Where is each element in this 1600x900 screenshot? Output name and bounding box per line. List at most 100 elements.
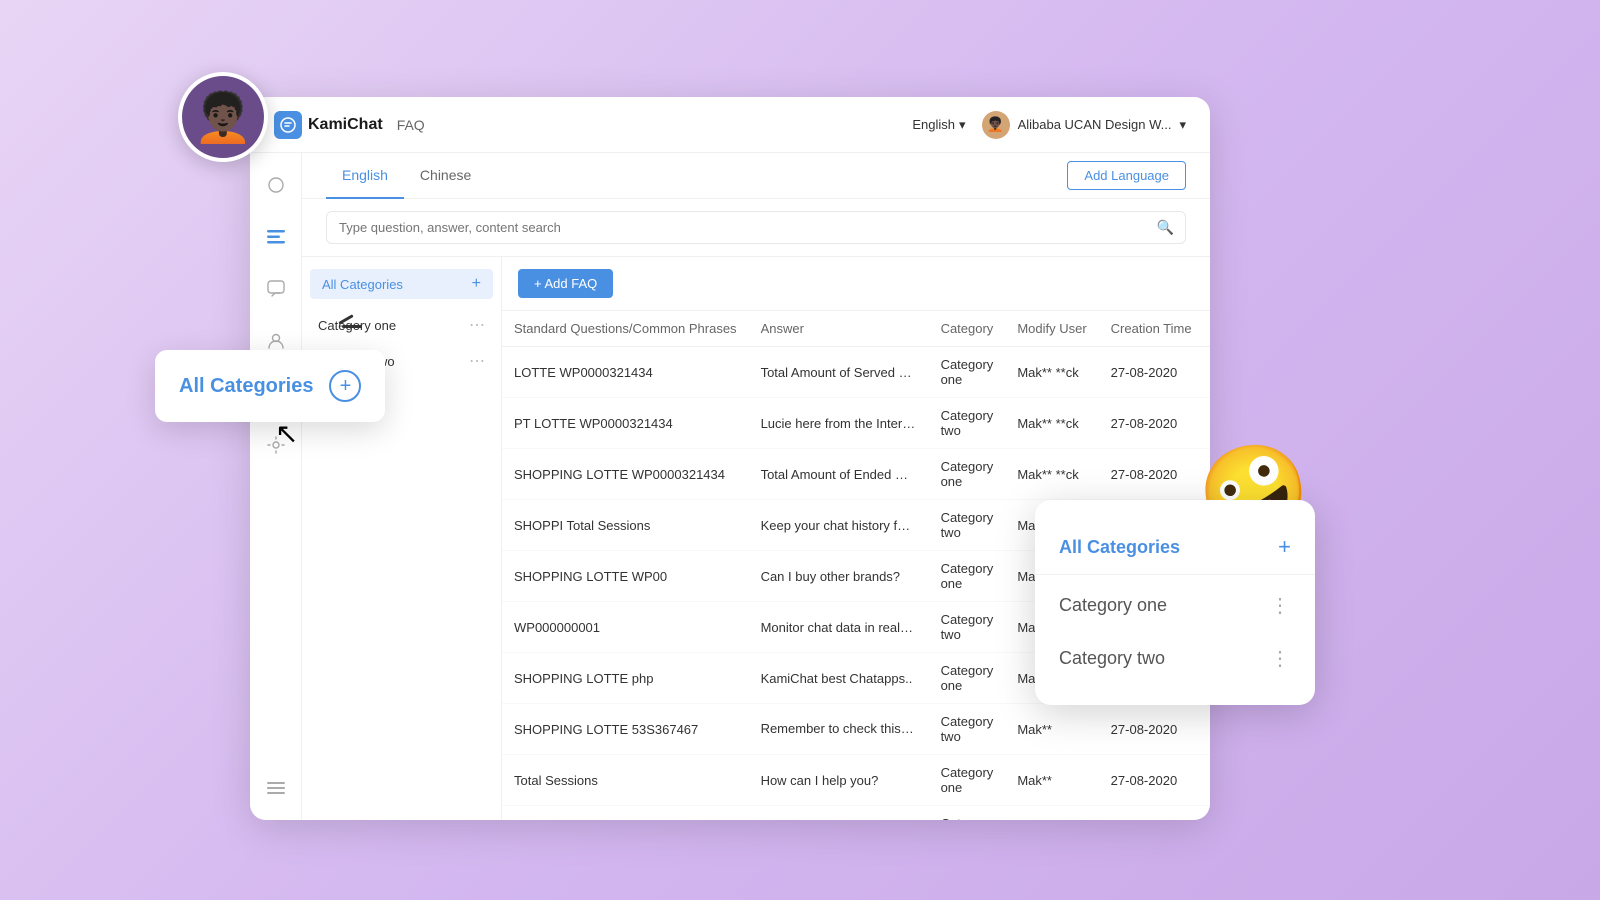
logo-icon [274, 111, 302, 139]
sidebar-icon-menu[interactable] [260, 772, 292, 804]
language-selector[interactable]: English ▾ [912, 117, 965, 133]
cell-question: SHOPPI Total Sessions [502, 500, 749, 551]
cell-answer: PT LOTTE SHOPPING INDONESIA [749, 806, 929, 821]
sidebar-icon-chat[interactable] [260, 273, 292, 305]
cell-category: Category two [929, 500, 1006, 551]
cell-category: Category one [929, 806, 1006, 821]
cell-answer: Remember to check this picture~😊 [749, 704, 929, 755]
cell-category: Category one [929, 755, 1006, 806]
col-operate: Operate [1204, 311, 1210, 347]
cell-date [1099, 806, 1204, 821]
cell-answer: Lucie here from the Intercom sale [749, 398, 929, 449]
allcat-card-label: All Categories [179, 375, 313, 398]
cat-panel-all[interactable]: All Categories + [1035, 520, 1315, 575]
cell-question: SHOPPING LOTTE 53S367467 [502, 704, 749, 755]
cell-category: Category one [929, 551, 1006, 602]
table-row: SHOPPING LOTTE WP0000321434 Total Amount… [502, 449, 1210, 500]
add-language-button[interactable]: Add Language [1067, 161, 1186, 190]
cell-answer: Total Amount of Ended Sessions [749, 449, 929, 500]
section-label: FAQ [397, 117, 425, 133]
cell-operate[interactable]: Edit [1204, 704, 1210, 755]
cell-modifier: Mak** [1005, 704, 1098, 755]
logo-text: KamiChat [308, 116, 383, 134]
search-input[interactable] [326, 211, 1186, 244]
search-icon: 🔍 [1157, 219, 1174, 236]
cat-panel-plus-icon[interactable]: + [1278, 534, 1291, 560]
add-category-icon[interactable]: + [472, 275, 481, 293]
cell-question: WP000000001 [502, 602, 749, 653]
cell-question: Online Service [502, 806, 749, 821]
cell-date: 27-08-2020 [1099, 755, 1204, 806]
cell-operate[interactable]: Edit [1204, 398, 1210, 449]
cat-panel-item-two[interactable]: Category two ⋮ [1035, 632, 1315, 685]
sidebar-icon-list[interactable] [260, 221, 292, 253]
cell-operate[interactable]: Edit [1204, 806, 1210, 821]
avatar-topleft: 🧑🏿‍🦱 [178, 72, 268, 162]
category-panel: All Categories + Category one ⋯ Category… [302, 257, 502, 820]
cell-question: SHOPPING LOTTE WP00 [502, 551, 749, 602]
cell-operate[interactable]: Edit [1204, 755, 1210, 806]
cell-category: Category one [929, 653, 1006, 704]
category-more-icon[interactable]: ⋯ [469, 351, 485, 371]
sidebar [250, 153, 302, 820]
cell-operate[interactable]: Edit [1204, 347, 1210, 398]
cell-question: Total Sessions [502, 755, 749, 806]
cell-date: 27-08-2020 [1099, 347, 1204, 398]
cell-modifier: Mak** [1005, 806, 1098, 821]
tab-english[interactable]: English [326, 153, 404, 199]
cell-modifier: Mak** [1005, 755, 1098, 806]
cat-panel-item-two-dots[interactable]: ⋮ [1270, 646, 1291, 671]
cell-answer: Keep your chat history for a long [749, 500, 929, 551]
table-row: PT LOTTE WP0000321434 Lucie here from th… [502, 398, 1210, 449]
cell-date: 27-08-2020 [1099, 449, 1204, 500]
cell-category: Category one [929, 449, 1006, 500]
cell-answer: Monitor chat data in real time [749, 602, 929, 653]
cell-answer: Total Amount of Served Customers [749, 347, 929, 398]
cell-modifier: Mak** **ck [1005, 347, 1098, 398]
app-window: KamiChat FAQ English ▾ 🧑🏿‍🦱 Alibaba UCAN… [250, 97, 1210, 820]
cell-answer: How can I help you? [749, 755, 929, 806]
cat-panel-item-one-label: Category one [1059, 595, 1167, 616]
chevron-down-icon: ▾ [959, 117, 966, 133]
cell-modifier: Mak** **ck [1005, 398, 1098, 449]
cell-answer: Can I buy other brands? [749, 551, 929, 602]
tab-chinese[interactable]: Chinese [404, 153, 487, 199]
cat-panel-right: All Categories + Category one ⋮ Category… [1035, 500, 1315, 705]
cell-category: Category two [929, 602, 1006, 653]
cell-question: SHOPPING LOTTE WP0000321434 [502, 449, 749, 500]
kamichat-logo: KamiChat [274, 111, 383, 139]
category-item-one[interactable]: Category one ⋯ [302, 307, 501, 343]
cursor-pointer: ↖ [275, 417, 298, 450]
cat-panel-item-two-label: Category two [1059, 648, 1165, 669]
cell-category: Category one [929, 347, 1006, 398]
cell-question: LOTTE WP0000321434 [502, 347, 749, 398]
cell-category: Category two [929, 704, 1006, 755]
table-row: Total Sessions How can I help you? Categ… [502, 755, 1210, 806]
add-faq-button[interactable]: + Add FAQ [518, 269, 613, 298]
cell-date: 27-08-2020 [1099, 398, 1204, 449]
cat-panel-item-one[interactable]: Category one ⋮ [1035, 579, 1315, 632]
all-categories-btn[interactable]: All Categories + [310, 269, 493, 299]
sidebar-icon-home[interactable] [260, 169, 292, 201]
chevron-down-icon: ▾ [1179, 117, 1186, 133]
category-more-icon[interactable]: ⋯ [469, 315, 485, 335]
table-row: Online Service PT LOTTE SHOPPING INDONES… [502, 806, 1210, 821]
cell-question: SHOPPING LOTTE php [502, 653, 749, 704]
user-selector[interactable]: 🧑🏿‍🦱 Alibaba UCAN Design W... ▾ [982, 111, 1186, 139]
allcat-floating-card: All Categories + ↖ [155, 350, 385, 422]
user-avatar: 🧑🏿‍🦱 [982, 111, 1010, 139]
table-row: LOTTE WP0000321434 Total Amount of Serve… [502, 347, 1210, 398]
cell-question: PT LOTTE WP0000321434 [502, 398, 749, 449]
table-row: SHOPPING LOTTE 53S367467 Remember to che… [502, 704, 1210, 755]
tabs-bar: English Chinese Add Language [302, 153, 1210, 199]
allcat-card-plus-btn[interactable]: + [329, 370, 361, 402]
content-area: English Chinese Add Language 🔍 All Categ… [302, 153, 1210, 820]
cell-category: Category two [929, 398, 1006, 449]
col-category: Category [929, 311, 1006, 347]
cat-panel-item-one-dots[interactable]: ⋮ [1270, 593, 1291, 618]
col-question: Standard Questions/Common Phrases [502, 311, 749, 347]
col-answer: Answer [749, 311, 929, 347]
cell-date: 27-08-2020 [1099, 704, 1204, 755]
cell-modifier: Mak** **ck [1005, 449, 1098, 500]
cursor-decoration [342, 318, 362, 328]
